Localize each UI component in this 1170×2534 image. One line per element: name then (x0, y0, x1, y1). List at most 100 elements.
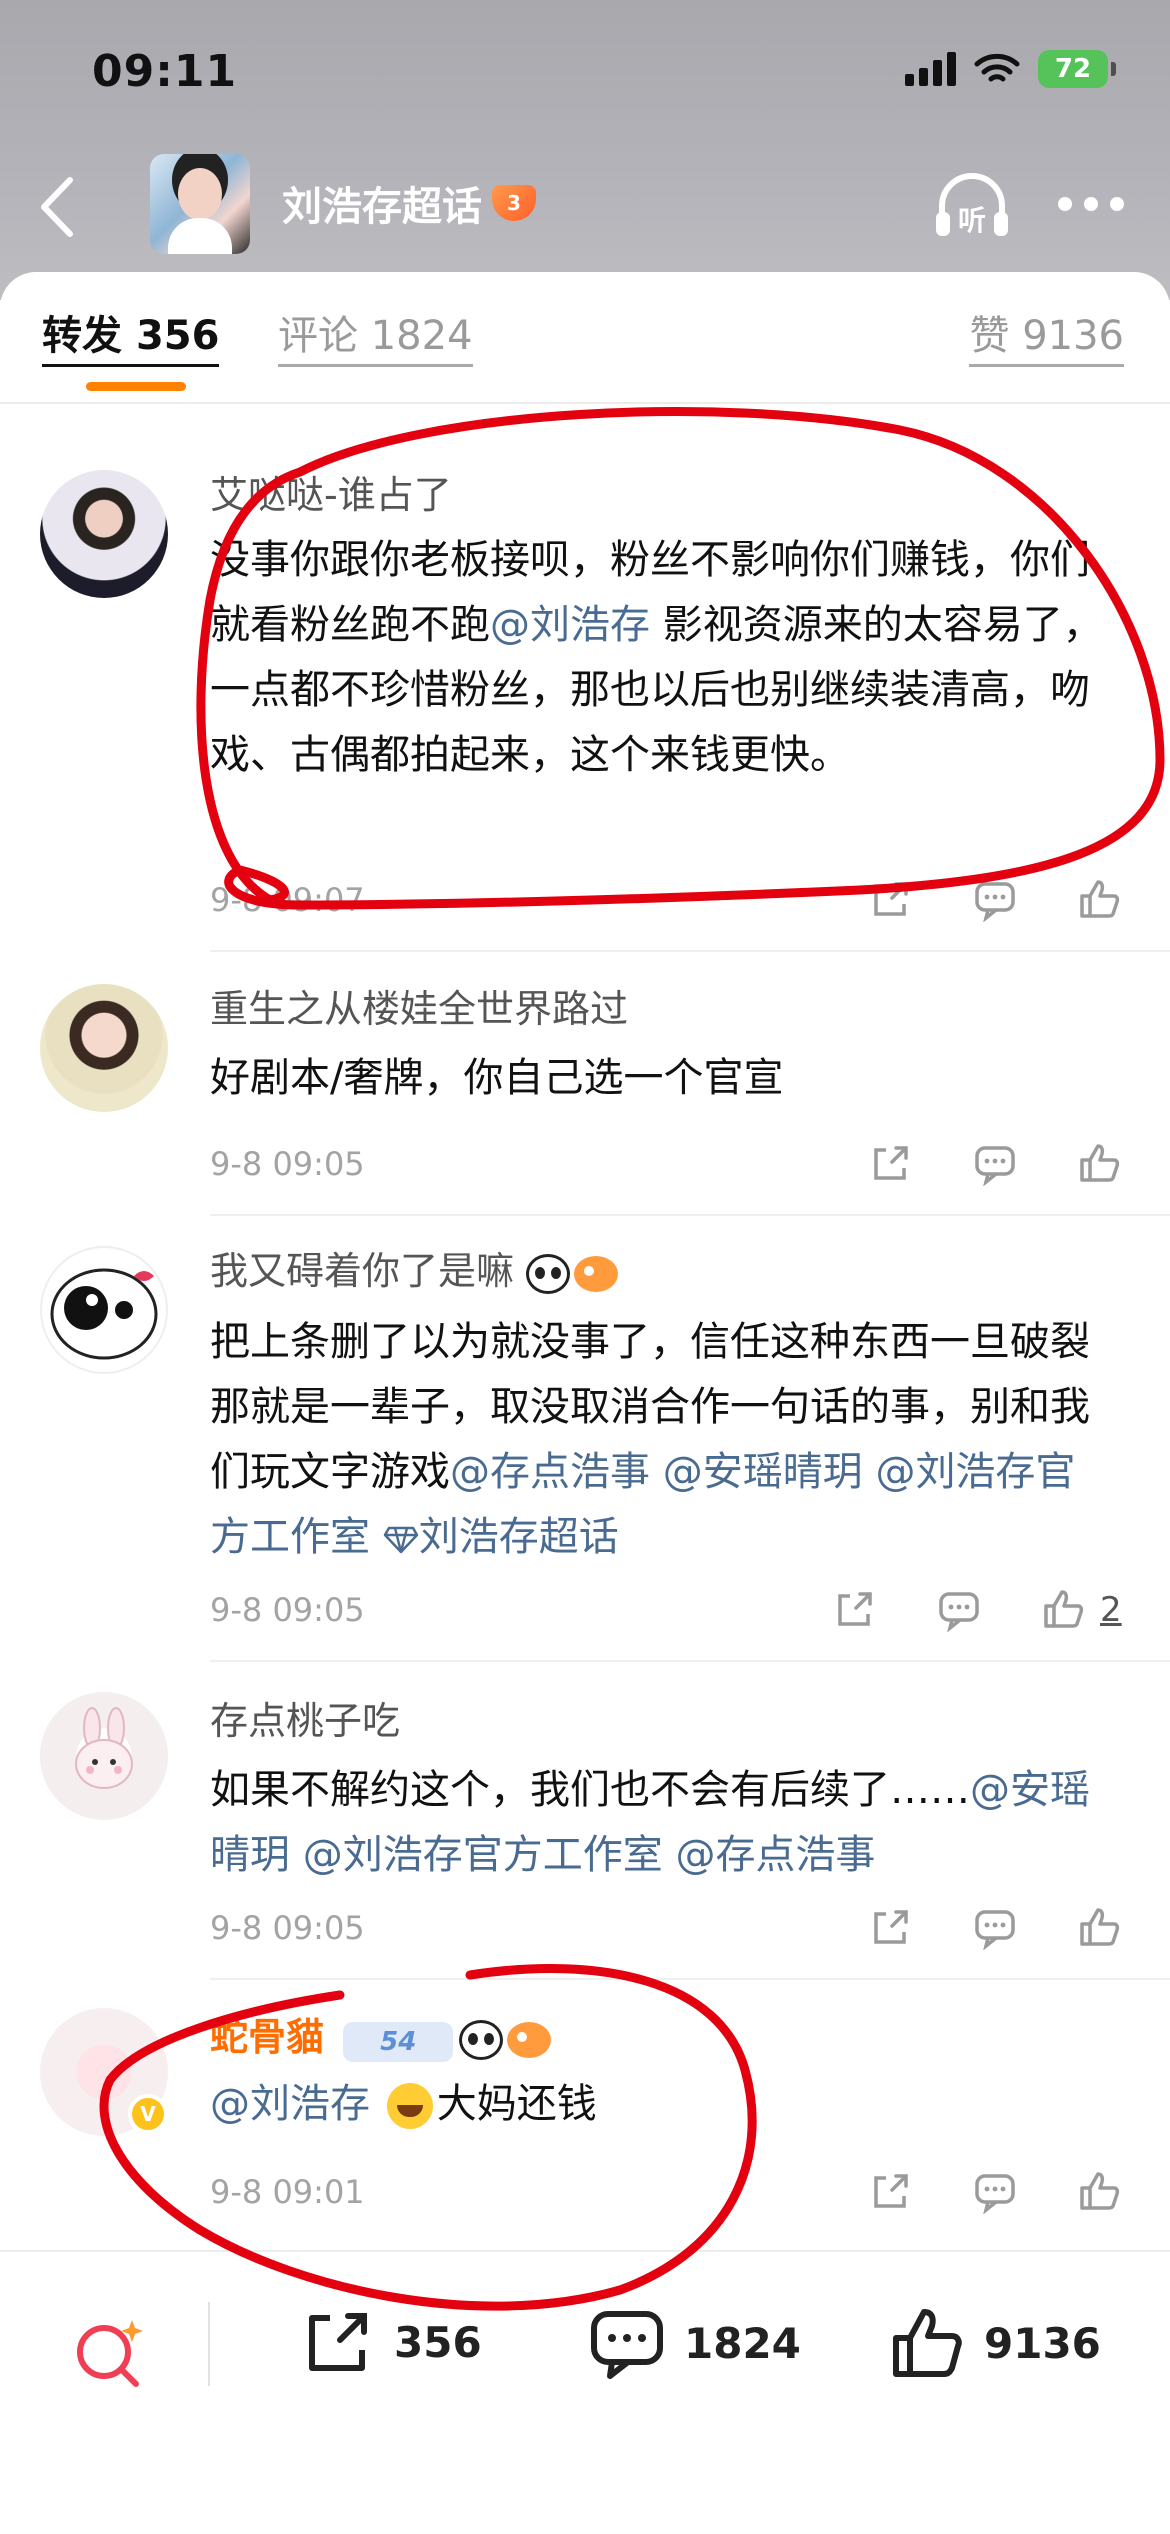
username[interactable]: 重生之从楼娃全世界路过 (210, 986, 628, 1032)
pufferfish-emoji-icon (574, 1255, 619, 1292)
comment-text: @刘浩存 大妈还钱 (210, 2072, 1110, 2137)
verified-badge-icon: V (128, 2094, 168, 2134)
username[interactable]: 蛇骨貓 54 (210, 2014, 552, 2062)
timestamp: 9-8 09:01 (210, 2173, 365, 2211)
bottom-like-button[interactable]: 9136 (888, 2304, 1101, 2382)
back-arrow-icon[interactable] (32, 172, 82, 242)
comment-icon[interactable] (936, 1586, 982, 1632)
username[interactable]: 艾哒哒-谁占了 (210, 472, 452, 518)
hello-kitty-avatar-image (50, 1268, 158, 1360)
username-text: 我又碍着你了是嘛 (210, 1249, 515, 1293)
status-icons: 72 (905, 50, 1116, 88)
share-icon[interactable] (868, 876, 914, 922)
tab-likes[interactable]: 赞 9136 (969, 312, 1124, 367)
like-icon[interactable] (1040, 1586, 1086, 1632)
row-divider (210, 1214, 1170, 1216)
avatar[interactable] (40, 470, 168, 598)
active-tab-indicator (86, 382, 186, 391)
mention-link[interactable]: @存点浩事 (675, 1832, 875, 1878)
avatar[interactable] (40, 984, 168, 1112)
topic-link[interactable]: 刘浩存超话 (383, 1514, 619, 1560)
topic-link-text: 刘浩存超话 (418, 1514, 619, 1560)
super-topic-gem-icon (383, 1526, 418, 1554)
tab-reposts[interactable]: 转发 356 (42, 312, 220, 367)
timestamp: 9-8 09:05 (210, 1591, 365, 1629)
laughing-emoji-icon (386, 2083, 433, 2129)
like-count[interactable]: 2 (1100, 1590, 1122, 1630)
comment-icon[interactable] (972, 2168, 1018, 2214)
comment-icon[interactable] (972, 1140, 1018, 1186)
avatar[interactable] (40, 1246, 168, 1374)
tab-likes-label: 赞 (969, 313, 1010, 359)
header-background (0, 0, 1170, 300)
bottom-action-bar: 356 1824 9136 (0, 2250, 1170, 2534)
comment-icon[interactable] (972, 1904, 1018, 1950)
more-options-icon[interactable] (1058, 197, 1124, 211)
battery-level: 72 (1054, 54, 1092, 84)
comment-icon[interactable] (972, 876, 1018, 922)
bottom-repost-button[interactable]: 356 (300, 2304, 482, 2380)
row-divider (210, 1978, 1170, 1980)
topic-avatar[interactable] (150, 154, 250, 254)
topic-title[interactable]: 刘浩存超话 3 (282, 174, 536, 232)
panda-emoji-icon (526, 1253, 571, 1294)
comment-icon (591, 2311, 663, 2379)
status-time: 09:11 (92, 46, 238, 97)
comment-body: 大妈还钱 (436, 2081, 597, 2127)
row-divider (210, 950, 1170, 952)
like-icon[interactable] (1076, 1140, 1122, 1186)
share-icon[interactable] (868, 1140, 914, 1186)
topic-title-text: 刘浩存超话 (282, 184, 482, 230)
wifi-icon (974, 53, 1020, 82)
comment-text: 如果不解约这个，我们也不会有后续了……@安瑶晴玥 @刘浩存官方工作室 @存点浩事 (210, 1758, 1110, 1888)
tab-reposts-count: 356 (135, 313, 220, 359)
share-icon[interactable] (868, 1904, 914, 1950)
mention-link[interactable]: @刘浩存 (210, 2081, 370, 2127)
mention-link[interactable]: @刘浩存 (490, 602, 650, 648)
username-text: 蛇骨貓 (210, 2015, 325, 2059)
avatar[interactable] (40, 1692, 168, 1820)
tab-comments-count: 1824 (370, 313, 473, 359)
timestamp: 9-8 09:05 (210, 1909, 365, 1947)
comment-body: 如果不解约这个，我们也不会有后续了…… (210, 1767, 970, 1813)
like-icon[interactable] (1076, 876, 1122, 922)
pufferfish-emoji-icon (507, 2021, 552, 2058)
mention-link[interactable]: @存点浩事 (450, 1449, 650, 1495)
comment-text: 好剧本/奢牌，你自己选一个官宣 (210, 1046, 1110, 1111)
fan-level-badge: 54 (343, 2022, 454, 2062)
timestamp: 9-8 09:05 (210, 1145, 365, 1183)
tab-comments-label: 评论 (278, 313, 358, 359)
share-icon (309, 2313, 367, 2371)
share-icon[interactable] (868, 2168, 914, 2214)
panda-emoji-icon (459, 2019, 504, 2060)
bottom-comment-count: 1824 (684, 2318, 801, 2368)
comment-text: 没事你跟你老板接呗，粉丝不影响你们赚钱，你们就看粉丝跑不跑@刘浩存 影视资源来的… (210, 528, 1110, 788)
topic-level-badge: 3 (492, 185, 536, 221)
like-icon[interactable] (1076, 2168, 1122, 2214)
headphones-listen-icon[interactable]: 听 (932, 168, 1012, 242)
bunny-avatar-image (75, 1707, 133, 1789)
comment-text: 把上条删了以为就没事了，信任这种东西一旦破裂那就是一辈子，取没取消合作一句话的事… (210, 1310, 1110, 1570)
username[interactable]: 我又碍着你了是嘛 (210, 1248, 619, 1294)
share-icon[interactable] (832, 1586, 878, 1632)
tab-comments[interactable]: 评论 1824 (278, 312, 473, 367)
bottom-like-count: 9136 (984, 2318, 1101, 2368)
row-divider (210, 1660, 1170, 1662)
comment-body: 好剧本/奢牌，你自己选一个官宣 (210, 1055, 784, 1101)
bottom-comment-button[interactable]: 1824 (588, 2304, 801, 2382)
svg-text:听: 听 (958, 204, 986, 237)
bottom-bar-separator (208, 2302, 210, 2386)
timestamp: 9-8 09:07 (210, 881, 365, 919)
tab-likes-count: 9136 (1022, 313, 1124, 359)
mention-link[interactable]: @安瑶晴玥 (663, 1449, 863, 1495)
tab-bar: 转发 356 评论 1824 赞 9136 (0, 312, 1170, 392)
mention-link[interactable]: @刘浩存官方工作室 (303, 1832, 663, 1878)
ai-search-icon[interactable] (70, 2312, 150, 2392)
bottom-repost-count: 356 (394, 2317, 482, 2367)
like-icon (893, 2309, 962, 2377)
cellular-signal-icon (905, 52, 956, 86)
like-icon[interactable] (1076, 1904, 1122, 1950)
battery-icon: 72 (1038, 50, 1116, 88)
username[interactable]: 存点桃子吃 (210, 1698, 400, 1744)
tab-reposts-label: 转发 (42, 313, 122, 359)
